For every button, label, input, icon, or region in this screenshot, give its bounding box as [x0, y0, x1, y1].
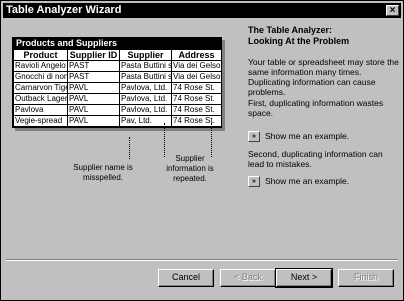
heading-line-1: The Table Analyzer:: [248, 25, 333, 35]
page-heading: The Table Analyzer: Looking At the Probl…: [248, 25, 398, 47]
finish-button[interactable]: Finish: [338, 269, 394, 287]
table-cell: Pasta Buttini s.r.l.: [119, 60, 172, 72]
table-cell: PAVL: [67, 82, 120, 94]
table-cell: Pasta Buttini s.r.l.: [119, 71, 172, 83]
back-button[interactable]: < Back: [220, 269, 276, 287]
table-cell: Pavlova, Ltd.: [119, 82, 172, 94]
table-header-row: Product Supplier ID Supplier Address: [13, 49, 222, 61]
table-cell: PAST: [67, 71, 120, 83]
table-cell: Carnarvon Tigers: [13, 82, 68, 94]
example-row-1: » Show me an example.: [248, 130, 349, 142]
column-header: Address: [171, 49, 222, 61]
next-button[interactable]: Next >: [275, 268, 333, 288]
table-cell: Gnocchi di nonna: [13, 71, 68, 83]
table-cell: 74 Rose St.: [171, 104, 222, 116]
first-problem-text: First, duplicating information wastes sp…: [248, 98, 384, 118]
table-cell: 74 Rose St.: [171, 115, 222, 127]
column-header: Supplier ID: [67, 49, 120, 61]
table-cell: 74 Rose St.: [171, 93, 222, 105]
cancel-button[interactable]: Cancel: [158, 269, 214, 287]
table-cell: Via dei Gelsomini: [171, 60, 222, 72]
show-example-button-1[interactable]: »: [248, 130, 260, 142]
column-header: Product: [13, 49, 68, 61]
table-row: Outback Lager PAVL Pavlova, Ltd. 74 Rose…: [13, 93, 222, 105]
table-cell: Pavlova: [13, 104, 68, 116]
table-cell: Pavlova, Ltd.: [119, 104, 172, 116]
callout-line-repeated: [164, 123, 165, 157]
title-bar: Table Analyzer Wizard ×: [3, 3, 401, 18]
table-cell: Vegie-spread: [13, 115, 68, 127]
button-separator: [6, 259, 398, 261]
callout-repeated: Supplier information is repeated.: [166, 154, 214, 183]
example-label-1: Show me an example.: [265, 131, 350, 141]
column-header: Supplier: [119, 49, 172, 61]
close-button[interactable]: ×: [386, 5, 399, 16]
intro-text: Your table or spreadsheet may store the …: [248, 57, 399, 97]
table-cell: Pavlova, Ltd.: [119, 93, 172, 105]
table-row: Ravioli Angelo PAST Pasta Buttini s.r.l.…: [13, 60, 222, 72]
table-cell: PAVL: [67, 104, 120, 116]
products-suppliers-table: Products and Suppliers Product Supplier …: [12, 37, 222, 128]
forward-icon: »: [252, 132, 256, 140]
table-cell: PAVL: [67, 115, 120, 127]
table-cell: Outback Lager: [13, 93, 68, 105]
table-cell: Ravioli Angelo: [13, 60, 68, 72]
callout-line-misspelled: [129, 137, 130, 159]
table-cell: 74 Rose St.: [171, 82, 222, 94]
table-cell: PAVL: [67, 93, 120, 105]
callout-line-repeated-2: [211, 123, 212, 157]
example-label-2: Show me an example.: [265, 176, 350, 186]
table-row: Vegie-spread PAVL Pav, Ltd. 74 Rose St.: [13, 115, 222, 127]
second-problem-text: Second, duplicating information can lead…: [248, 149, 383, 169]
table-title: Products and Suppliers: [13, 38, 221, 49]
wizard-window: Table Analyzer Wizard × Products and Sup…: [0, 0, 404, 301]
data-table: Product Supplier ID Supplier Address Rav…: [13, 49, 222, 127]
show-example-button-2[interactable]: »: [248, 175, 260, 187]
example-row-2: » Show me an example.: [248, 175, 349, 187]
table-row: Gnocchi di nonna PAST Pasta Buttini s.r.…: [13, 71, 222, 83]
table-cell: PAST: [67, 60, 120, 72]
callout-misspelled: Supplier name is misspelled.: [73, 163, 133, 182]
window-title: Table Analyzer Wizard: [6, 4, 122, 16]
close-icon: ×: [389, 5, 396, 16]
forward-icon: »: [252, 177, 256, 185]
table-row: Pavlova PAVL Pavlova, Ltd. 74 Rose St.: [13, 104, 222, 116]
heading-line-2: Looking At the Problem: [248, 36, 350, 46]
table-row: Carnarvon Tigers PAVL Pavlova, Ltd. 74 R…: [13, 82, 222, 94]
table-cell: Via dei Gelsomini: [171, 71, 222, 83]
